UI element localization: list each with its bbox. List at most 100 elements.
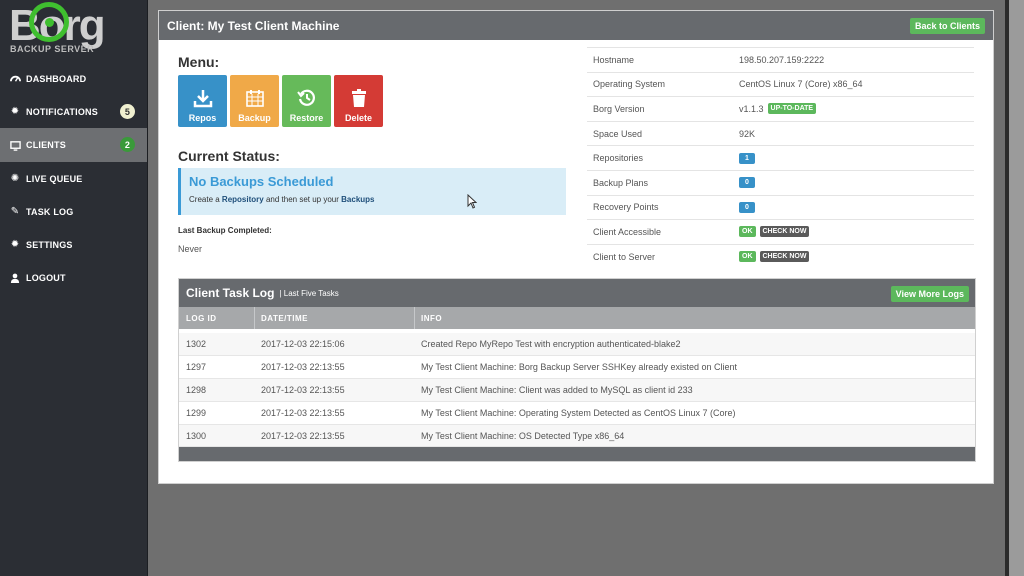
info-row-client-accessible: Client Accessible OK CHECK NOW bbox=[587, 219, 974, 244]
delete-button[interactable]: Delete bbox=[334, 75, 383, 127]
back-to-clients-button[interactable]: Back to Clients bbox=[909, 18, 985, 34]
check-now-button[interactable]: CHECK NOW bbox=[759, 226, 810, 238]
sidebar-item-live-queue[interactable]: ✺ LIVE QUEUE bbox=[0, 162, 147, 195]
download-icon bbox=[193, 90, 212, 108]
info-key: Client Accessible bbox=[593, 226, 662, 237]
sidebar-item-label: TASK LOG bbox=[26, 206, 74, 217]
table-row: 1300 2017-12-03 22:13:55 My Test Client … bbox=[179, 424, 975, 448]
date-time-cell: 2017-12-03 22:13:55 bbox=[261, 361, 345, 372]
sidebar-item-label: CLIENTS bbox=[26, 140, 66, 150]
last-backup-label: Last Backup Completed: bbox=[178, 226, 272, 235]
info-row-repositories: Repositories 1 bbox=[587, 145, 974, 170]
info-cell: Created Repo MyRepo Test with encryption… bbox=[421, 338, 681, 349]
backups-link[interactable]: Backups bbox=[341, 195, 374, 204]
hostname-value: 198.50.207.159:2222 bbox=[739, 54, 825, 65]
tile-label: Repos bbox=[188, 113, 217, 123]
info-row-borg-version: Borg Version v1.1.3 UP-TO-DATE bbox=[587, 96, 974, 121]
table-row: 1302 2017-12-03 22:15:06 Created Repo My… bbox=[179, 333, 975, 356]
log-footer bbox=[179, 447, 975, 461]
sidebar-item-label: DASHBOARD bbox=[26, 73, 87, 84]
sidebar-item-label: LOGOUT bbox=[26, 272, 66, 283]
info-key: Operating System bbox=[593, 79, 666, 90]
calendar-icon bbox=[245, 90, 264, 107]
borg-logo[interactable]: Borg BACKUP SERVER bbox=[0, 0, 147, 62]
log-table-header: LOG ID DATE/TIME INFO bbox=[179, 307, 975, 329]
column-header-info[interactable]: INFO bbox=[415, 314, 975, 323]
restore-button[interactable]: Restore bbox=[282, 75, 331, 127]
log-title: Client Task Log bbox=[186, 286, 275, 300]
sidebar-item-settings[interactable]: ✹ SETTINGS bbox=[0, 228, 147, 261]
column-header-date-time[interactable]: DATE/TIME bbox=[255, 307, 415, 329]
sidebar-item-logout[interactable]: LOGOUT bbox=[0, 261, 147, 294]
log-header: Client Task Log | Last Five Tasks View M… bbox=[179, 279, 975, 307]
log-id-cell: 1300 bbox=[186, 430, 207, 441]
info-key: Backup Plans bbox=[593, 177, 649, 188]
log-subtitle: | Last Five Tasks bbox=[279, 288, 339, 298]
info-key: Recovery Points bbox=[593, 202, 659, 213]
alert-heading: No Backups Scheduled bbox=[189, 174, 334, 189]
backup-plans-count-badge: 0 bbox=[739, 177, 755, 189]
page-title: Client: My Test Client Machine bbox=[167, 18, 340, 33]
table-row: 1298 2017-12-03 22:13:55 My Test Client … bbox=[179, 378, 975, 402]
check-now-button[interactable]: CHECK NOW bbox=[759, 251, 810, 263]
repos-button[interactable]: Repos bbox=[178, 75, 227, 127]
pencil-icon: ✎ bbox=[10, 206, 20, 217]
logo-subtitle: BACKUP SERVER bbox=[10, 44, 95, 54]
log-id-cell: 1299 bbox=[186, 407, 207, 418]
last-backup-value: Never bbox=[178, 244, 203, 254]
client-task-log: Client Task Log | Last Five Tasks View M… bbox=[178, 278, 976, 462]
sidebar-item-dashboard[interactable]: DASHBOARD bbox=[0, 62, 147, 95]
notifications-count-badge: 5 bbox=[120, 104, 135, 119]
trash-icon bbox=[351, 89, 366, 107]
up-to-date-badge: UP-TO-DATE bbox=[767, 103, 817, 115]
view-more-logs-button[interactable]: View More Logs bbox=[890, 286, 969, 302]
info-row-client-to-server: Client to Server OK CHECK NOW bbox=[587, 243, 974, 269]
menu-title: Menu: bbox=[178, 54, 220, 70]
status-alert: No Backups Scheduled Create a Repository… bbox=[178, 168, 566, 215]
date-time-cell: 2017-12-03 22:15:06 bbox=[261, 338, 345, 349]
client-info-table: Hostname 198.50.207.159:2222 Operating S… bbox=[587, 47, 974, 268]
sidebar-item-label: SETTINGS bbox=[26, 239, 73, 250]
date-time-cell: 2017-12-03 22:13:55 bbox=[261, 430, 345, 441]
info-cell: My Test Client Machine: OS Detected Type… bbox=[421, 430, 625, 441]
client-to-server-ok-badge: OK bbox=[739, 251, 756, 263]
space-used-value: 92K bbox=[739, 128, 756, 139]
table-row: 1299 2017-12-03 22:13:55 My Test Client … bbox=[179, 402, 975, 425]
recovery-points-count-badge: 0 bbox=[739, 201, 755, 213]
info-cell: My Test Client Machine: Client was added… bbox=[421, 384, 693, 395]
gear-icon: ✹ bbox=[10, 106, 20, 117]
tile-label: Delete bbox=[344, 113, 372, 123]
info-key: Hostname bbox=[593, 54, 635, 65]
os-value: CentOS Linux 7 (Core) x86_64 bbox=[739, 79, 863, 90]
info-row-space-used: Space Used 92K bbox=[587, 120, 974, 146]
clients-count-badge: 2 bbox=[120, 137, 135, 152]
borg-version-cell: v1.1.3 UP-TO-DATE bbox=[739, 103, 817, 115]
sidebar-item-task-log[interactable]: ✎ TASK LOG bbox=[0, 195, 147, 228]
history-icon bbox=[296, 89, 315, 106]
info-row-backup-plans: Backup Plans 0 bbox=[587, 169, 974, 195]
info-cell: My Test Client Machine: Operating System… bbox=[421, 407, 736, 418]
log-id-cell: 1297 bbox=[186, 361, 207, 372]
backup-button[interactable]: Backup bbox=[230, 75, 279, 127]
log-id-cell: 1298 bbox=[186, 384, 207, 395]
mouse-cursor-icon bbox=[467, 194, 477, 209]
sidebar-item-clients[interactable]: CLIENTS 2 bbox=[0, 128, 147, 162]
client-accessible-ok-badge: OK bbox=[739, 226, 756, 238]
info-key: Borg Version bbox=[593, 103, 645, 114]
spinner-icon: ✺ bbox=[10, 173, 20, 184]
alert-text-mid: and then set up your bbox=[265, 195, 339, 204]
repository-link[interactable]: Repository bbox=[222, 195, 264, 204]
log-id-cell: 1302 bbox=[186, 338, 207, 349]
column-header-log-id[interactable]: LOG ID bbox=[179, 307, 255, 329]
borg-version-value: v1.1.3 bbox=[739, 103, 764, 114]
status-title: Current Status: bbox=[178, 148, 280, 164]
info-cell: My Test Client Machine: Borg Backup Serv… bbox=[421, 361, 737, 372]
menu-tiles: Repos Backup Restore Delete bbox=[178, 75, 383, 127]
monitor-icon bbox=[9, 139, 21, 151]
tile-label: Backup bbox=[238, 113, 271, 123]
table-row: 1297 2017-12-03 22:13:55 My Test Client … bbox=[179, 356, 975, 379]
sidebar-item-notifications[interactable]: ✹ NOTIFICATIONS 5 bbox=[0, 95, 147, 128]
window-scrollbar[interactable] bbox=[1005, 0, 1024, 576]
date-time-cell: 2017-12-03 22:13:55 bbox=[261, 384, 345, 395]
dashboard-icon bbox=[9, 73, 21, 85]
